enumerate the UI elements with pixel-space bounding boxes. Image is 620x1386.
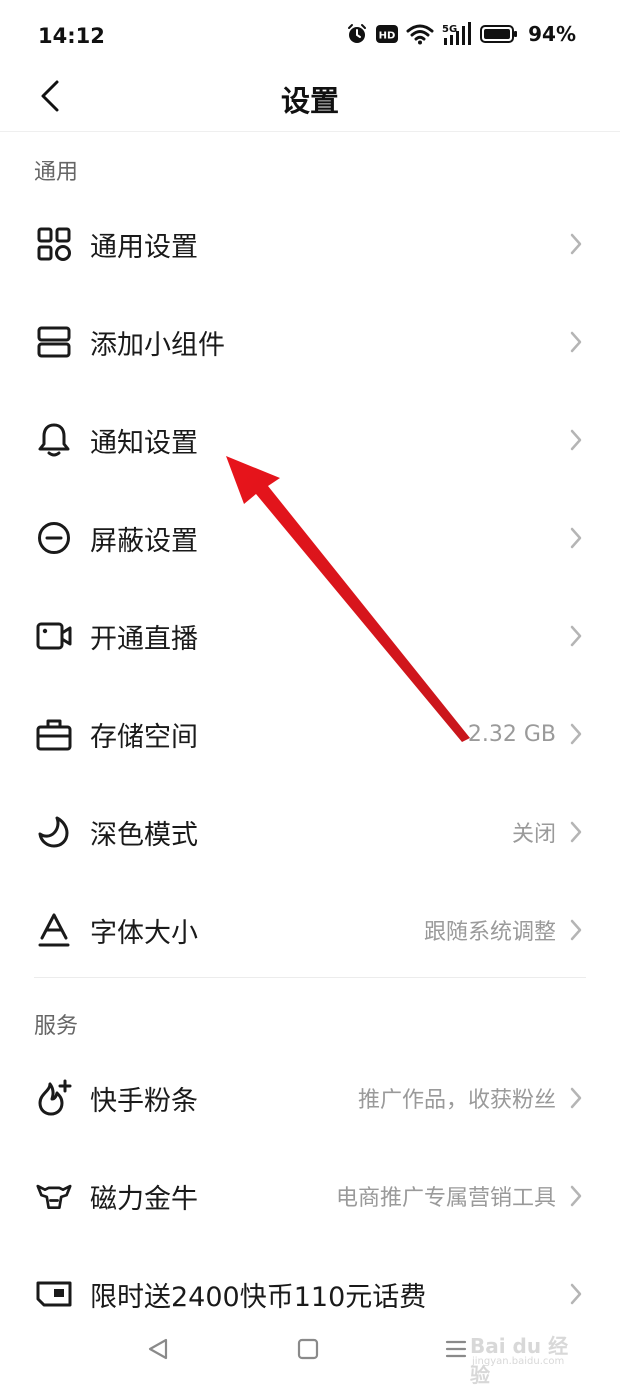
font-size-icon [36,912,72,948]
settings-row-block[interactable]: 屏蔽设置 [0,489,620,587]
settings-row-fan-boost[interactable]: 快手粉条 推广作品，收获粉丝 [0,1049,620,1147]
settings-row-magnetic-bull[interactable]: 磁力金牛 电商推广专属营销工具 [0,1147,620,1245]
chevron-right-icon [566,231,586,257]
section-header-general: 通用 [34,160,79,185]
row-value: 电商推广专属营销工具 [335,1186,556,1211]
settings-row-general[interactable]: 通用设置 [0,195,620,293]
chevron-right-icon [566,917,586,943]
section-header-services: 服务 [34,1014,79,1039]
baidu-watermark: Bai du 经验 jingyan.baidu.com [470,1330,586,1386]
row-label: 添加小组件 [90,329,225,361]
row-label: 字体大小 [90,917,198,949]
chevron-right-icon [566,525,586,551]
battery-percent: 94% [528,22,576,46]
status-time: 14:12 [38,24,105,48]
chevron-right-icon [566,623,586,649]
nav-bar: 设置 [0,60,620,132]
row-label: 屏蔽设置 [90,525,198,557]
settings-row-live[interactable]: 开通直播 [0,587,620,685]
row-label: 深色模式 [90,819,198,851]
row-value: 关闭 [511,822,556,847]
block-icon [36,520,72,556]
chevron-right-icon [566,819,586,845]
status-icons: HD 5G 94% [346,22,576,46]
triangle-back-icon [148,1338,168,1360]
widget-icon [36,324,72,360]
storage-icon [36,716,72,752]
row-label: 开通直播 [90,623,198,655]
row-label: 通知设置 [90,427,198,459]
page-title: 设置 [280,84,339,118]
wifi-icon [406,24,434,45]
wallet-icon [36,1276,72,1312]
row-label: 限时送2400快币110元话费 [90,1281,427,1313]
fan-boost-icon [36,1079,72,1116]
bell-icon [36,422,72,458]
row-label: 磁力金牛 [90,1183,198,1215]
chevron-right-icon [566,721,586,747]
bull-icon [36,1178,72,1214]
row-label: 通用设置 [90,231,198,263]
chevron-right-icon [566,1183,586,1209]
signal-5g-icon: 5G [442,22,472,45]
settings-row-widget[interactable]: 添加小组件 [0,293,620,391]
settings-row-notification[interactable]: 通知设置 [0,391,620,489]
row-value: 2.32 GB [467,721,556,747]
chevron-right-icon [566,427,586,453]
row-value: 跟随系统调整 [423,920,556,945]
grid-icon [36,226,72,262]
battery-icon [480,25,518,43]
section-divider [34,977,586,978]
nav-back-button[interactable] [138,1332,178,1366]
row-label: 快手粉条 [90,1085,198,1117]
nav-home-button[interactable] [288,1332,328,1366]
network-label: 5G [442,24,457,35]
chevron-right-icon [566,1085,586,1111]
hd-icon: HD [376,25,399,43]
chevron-right-icon [566,329,586,355]
hd-badge-text: HD [379,31,396,42]
settings-row-font-size[interactable]: 字体大小 跟随系统调整 [0,881,620,979]
square-home-icon [297,1338,319,1360]
moon-icon [36,814,72,850]
watermark-sub: jingyan.baidu.com [472,1356,565,1367]
video-camera-icon [36,618,72,654]
chevron-right-icon [566,1281,586,1307]
settings-row-storage[interactable]: 存储空间 2.32 GB [0,685,620,783]
row-value: 推广作品，收获粉丝 [357,1088,556,1113]
alarm-icon [348,24,367,43]
settings-row-dark-mode[interactable]: 深色模式 关闭 [0,783,620,881]
row-label: 存储空间 [90,721,198,753]
menu-lines-icon [445,1340,467,1358]
